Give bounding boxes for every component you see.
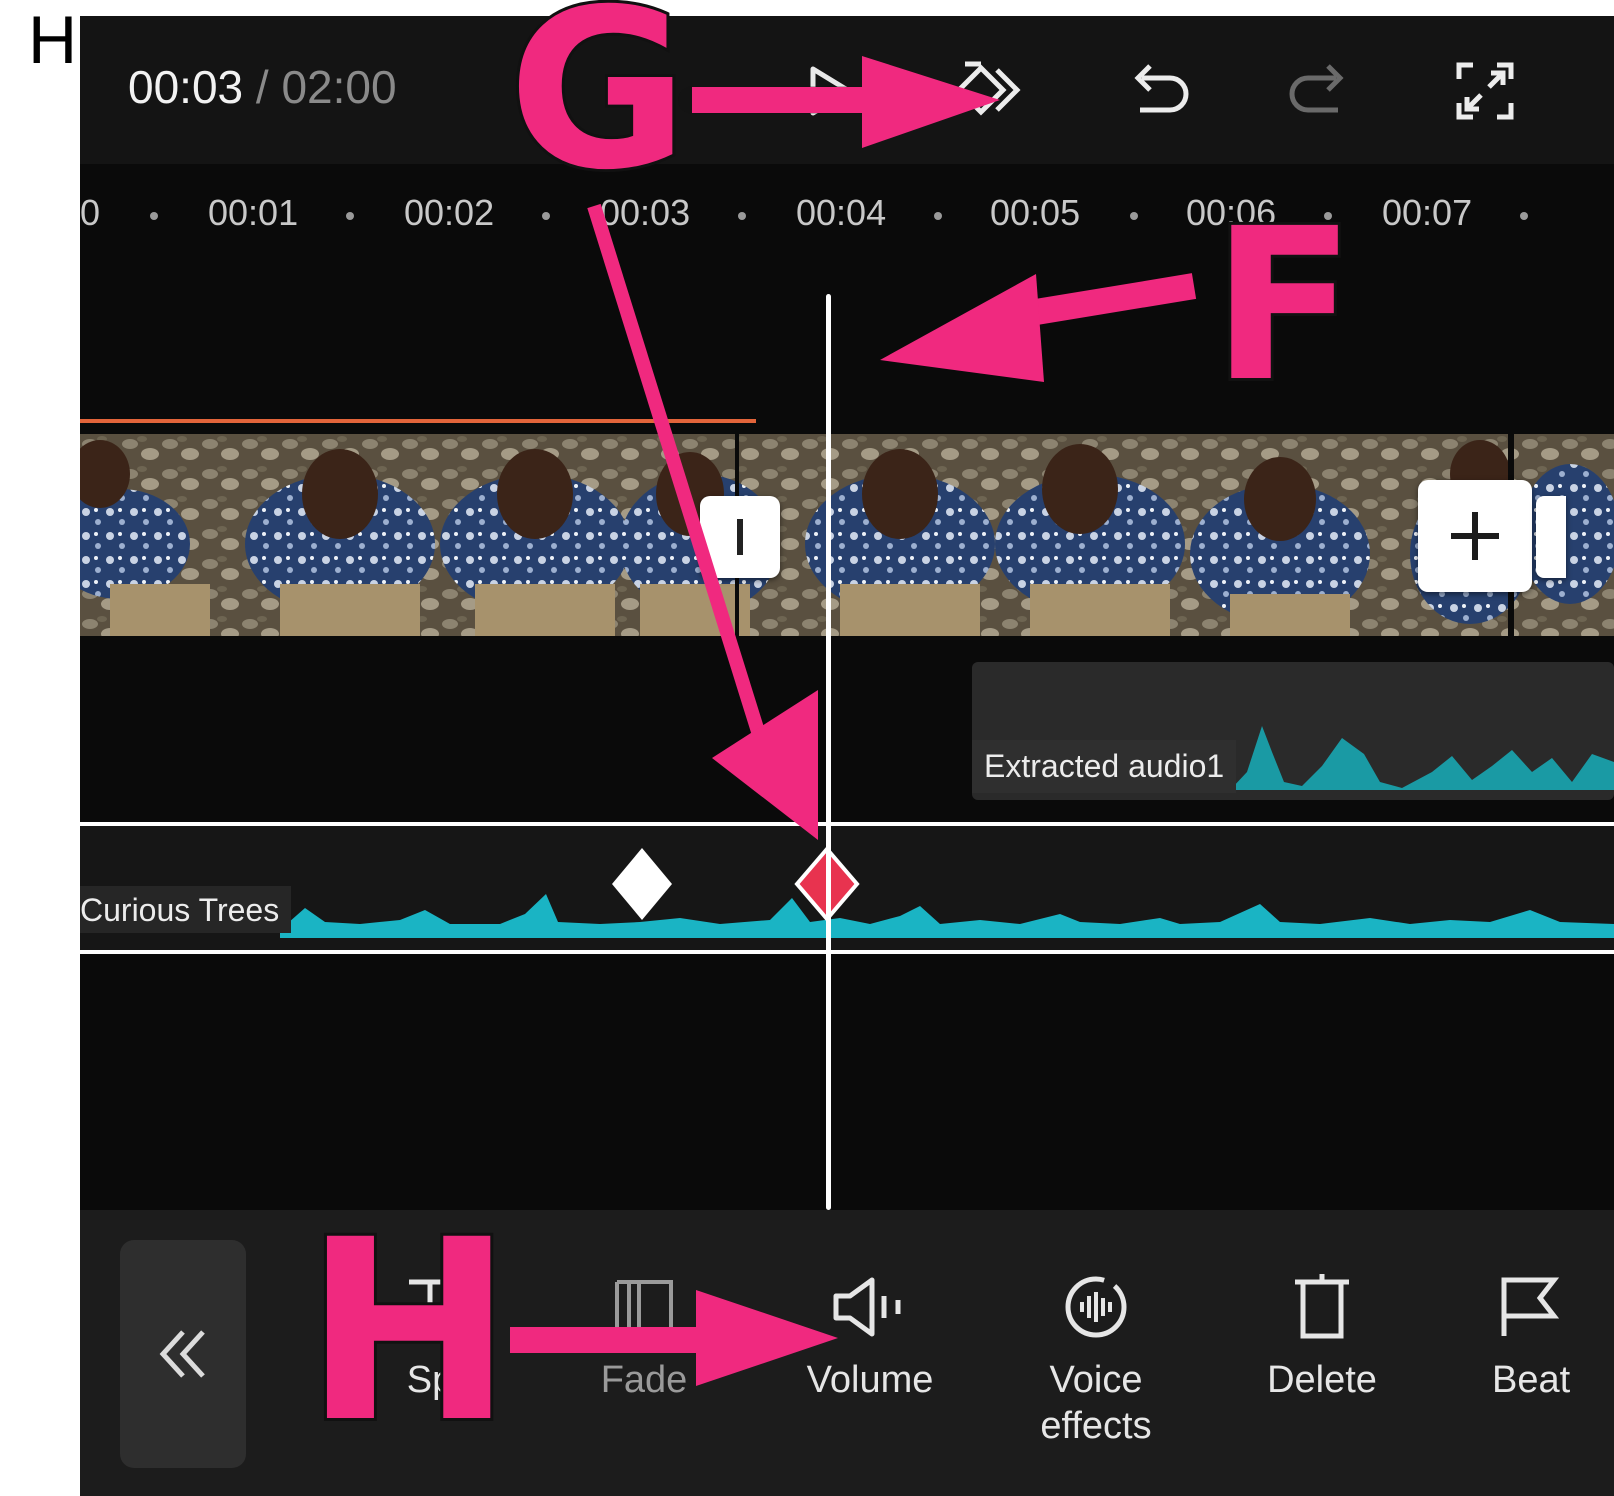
delete-icon [1295, 1274, 1349, 1339]
tool-label: Fade [600, 1359, 688, 1401]
time-separator: / [243, 61, 282, 113]
tool-label: Beat [1492, 1359, 1571, 1401]
transition-handle[interactable] [700, 496, 780, 578]
ruler-dot [738, 212, 746, 220]
clip-selection-line [80, 419, 756, 423]
ruler-tick: 00:01 [208, 192, 299, 233]
plus-icon [1451, 512, 1499, 560]
delete-tool[interactable]: Delete [1222, 1272, 1422, 1403]
tool-label: Voice effects [1040, 1359, 1152, 1447]
current-time: 00:03 [128, 61, 244, 113]
volume-icon [833, 1277, 901, 1337]
ruler-dot [934, 212, 942, 220]
add-clip-button[interactable] [1418, 480, 1532, 592]
video-track[interactable] [80, 434, 1614, 636]
collapse-toolbar-button[interactable] [120, 1240, 246, 1468]
undo-button[interactable] [1114, 46, 1204, 136]
play-button[interactable] [784, 46, 874, 136]
end-clip-handle[interactable] [1536, 496, 1566, 578]
tool-label: Volume [806, 1359, 934, 1401]
undo-icon [1134, 64, 1189, 113]
playhead[interactable] [826, 294, 831, 1210]
volume-tool[interactable]: Volume [770, 1272, 970, 1403]
music-label: Curious Trees [80, 886, 292, 933]
ruler-dot [346, 212, 354, 220]
split-tool[interactable]: Sp [330, 1272, 530, 1403]
timecode: 00:03 / 02:00 [128, 60, 397, 114]
ruler-tick: 00:05 [990, 192, 1081, 233]
ruler-dot [150, 212, 158, 220]
timeline-ruler[interactable]: 0 00:01 00:02 00:03 00:04 00:05 00:06 00… [80, 176, 1614, 246]
split-icon [409, 1279, 451, 1334]
tool-label: Sp [406, 1359, 454, 1401]
ruler-tick: 00:07 [1382, 192, 1473, 233]
top-bar: 00:03 / 02:00 [80, 16, 1614, 164]
ruler-dot [1520, 212, 1528, 220]
voice-effects-icon [1065, 1276, 1127, 1338]
video-editor: 00:03 / 02:00 0 00:01 00:02 00:03 00:04 … [80, 16, 1614, 1496]
double-chevron-left-icon [159, 1330, 205, 1378]
page-heading: H [28, 2, 78, 78]
fade-icon [615, 1280, 673, 1334]
voice-effects-tool[interactable]: Voice effects [996, 1272, 1196, 1449]
video-thumbnails [80, 434, 1614, 636]
bottom-toolbar: Sp Fade Volume Voice effects Delete Beat [80, 1210, 1614, 1496]
ruler-dot [542, 212, 550, 220]
redo-button[interactable] [1274, 46, 1364, 136]
extracted-audio-label: Extracted audio1 [972, 740, 1237, 793]
fullscreen-icon [1456, 62, 1514, 120]
extracted-audio-clip[interactable]: Extracted audio1 [972, 662, 1614, 800]
ruler-dot [1130, 212, 1138, 220]
ruler-tick: 00:02 [404, 192, 495, 233]
divider-icon [737, 519, 743, 555]
ruler-dot [1324, 212, 1332, 220]
keyframe-button[interactable] [946, 46, 1036, 136]
ruler-tick: 00:04 [796, 192, 887, 233]
tool-label: Delete [1267, 1359, 1377, 1401]
music-track[interactable]: Curious Trees [80, 822, 1614, 954]
ruler-tick: 00:06 [1186, 192, 1277, 233]
play-icon [810, 66, 852, 116]
add-keyframe-icon [955, 61, 1021, 116]
beat-tool[interactable]: Beat [1450, 1272, 1614, 1403]
ruler-tick: 00:03 [600, 192, 691, 233]
fade-tool[interactable]: Fade [544, 1272, 744, 1403]
total-time: 02:00 [281, 61, 397, 113]
ruler-tick: 0 [80, 192, 101, 233]
beat-flag-icon [1501, 1277, 1560, 1336]
fullscreen-button[interactable] [1440, 46, 1530, 136]
redo-icon [1289, 64, 1344, 113]
keyframe-marker[interactable] [610, 846, 674, 922]
